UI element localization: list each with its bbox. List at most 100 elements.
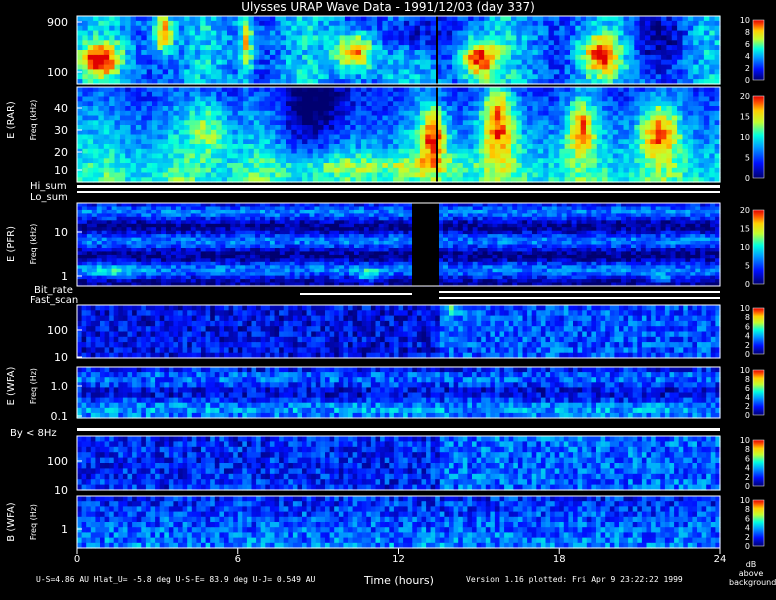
spectrogram-cell: [489, 144, 496, 150]
spectrogram-cell: [77, 158, 83, 164]
spectrogram-cell: [484, 74, 491, 80]
spectrogram-cell: [175, 261, 182, 266]
spectrogram-cell: [371, 87, 378, 93]
spectrogram-cell: [387, 35, 394, 41]
spectrogram-cell: [103, 110, 110, 117]
spectrogram-cell: [505, 59, 512, 66]
spectrogram-cell: [655, 96, 662, 102]
spectrogram-cell: [215, 234, 221, 239]
spectrogram-cell: [527, 91, 534, 98]
spectrogram-cell: [189, 167, 196, 174]
spectrogram-cell: [98, 69, 105, 75]
spectrogram-cell: [462, 106, 469, 112]
spectrogram-cell: [216, 91, 223, 98]
spectrogram-cell: [168, 59, 175, 66]
spectrogram-cell: [269, 50, 276, 56]
spectrogram-cell: [414, 25, 421, 32]
spectrogram-cell: [240, 220, 246, 225]
spectrogram-cell: [152, 148, 158, 155]
spectrogram-cell: [175, 227, 182, 232]
spectrogram-cell: [344, 64, 351, 71]
spectrogram-cell: [516, 40, 523, 46]
spectrogram-cell: [185, 268, 192, 273]
spectrogram-cell: [709, 16, 716, 22]
spectrogram-cell: [537, 172, 544, 178]
spectrogram-cell: [77, 139, 83, 145]
spectrogram-cell: [243, 120, 250, 126]
spectrogram-cell: [543, 144, 550, 150]
spectrogram-cell: [403, 120, 410, 126]
spectrogram-cell: [248, 64, 255, 71]
spectrogram-cell: [505, 115, 512, 121]
spectrogram-cell: [221, 54, 228, 61]
spectrogram-cell: [87, 106, 94, 112]
spectrogram-cell: [259, 158, 266, 164]
spectrogram-cell: [521, 64, 528, 71]
spectrogram-cell: [185, 220, 192, 225]
spectrogram-cell: [484, 64, 491, 71]
spectrogram-cell: [377, 87, 384, 93]
spectrogram-cell: [511, 35, 517, 41]
spectrogram-cell: [602, 115, 609, 121]
spectrogram-cell: [607, 158, 614, 164]
spectrogram-cell: [318, 35, 325, 41]
spectrogram-cell: [135, 172, 142, 178]
spectrogram-cell: [93, 139, 100, 145]
spectrogram-cell: [548, 87, 555, 93]
spectrogram-cell: [468, 35, 475, 41]
spectrogram-cell: [484, 91, 491, 98]
spectrogram-cell: [121, 268, 127, 273]
spectrogram-cell: [334, 69, 341, 75]
spectrogram-cell: [511, 74, 517, 80]
spectrogram-cell: [93, 69, 100, 75]
spectrogram-cell: [339, 129, 346, 136]
spectrogram-cell: [462, 125, 469, 131]
spectrogram-cell: [371, 50, 378, 56]
spectrogram-cell: [607, 69, 614, 75]
spectrogram-cell: [575, 167, 582, 174]
spectrogram-cell: [344, 96, 351, 102]
spectrogram-cell: [109, 158, 116, 164]
spectrogram-cell: [687, 87, 694, 93]
spectrogram-cell: [532, 45, 539, 51]
spectrogram-cell: [575, 59, 582, 66]
spectrogram-cell: [135, 64, 142, 71]
spectrogram-cell: [500, 54, 507, 61]
spectrogram-cell: [425, 115, 432, 121]
spectrogram-cell: [189, 87, 196, 93]
spectrogram-cell: [190, 203, 197, 208]
spectrogram-cell: [307, 144, 314, 150]
spectrogram-cell: [591, 54, 598, 61]
spectrogram-cell: [162, 120, 169, 126]
spectrogram-cell: [109, 153, 116, 159]
spectrogram-cell: [87, 101, 94, 107]
spectrogram-cell: [489, 120, 496, 126]
spectrogram-cell: [136, 244, 142, 249]
spectrogram-cell: [130, 91, 137, 98]
spectrogram-cell: [452, 106, 459, 112]
spectrogram-cell: [240, 234, 246, 239]
spectrogram-cell: [162, 59, 169, 66]
spectrogram-cell: [446, 20, 453, 27]
spectrogram-cell: [116, 275, 123, 280]
spectrogram-cell: [468, 69, 475, 75]
spectrogram-cell: [269, 163, 276, 169]
spectrogram-cell: [457, 50, 464, 56]
spectrogram-cell: [559, 30, 566, 37]
spectrogram-cell: [125, 50, 132, 56]
spectrogram-cell: [86, 227, 93, 232]
spectrogram-cell: [382, 64, 389, 71]
spectrogram-cell: [516, 54, 523, 61]
spectrogram-cell: [125, 148, 132, 155]
spectrogram-cell: [119, 134, 126, 140]
spectrogram-cell: [666, 158, 673, 164]
spectrogram-cell: [135, 106, 142, 112]
spectrogram-cell: [511, 167, 517, 174]
spectrogram-cell: [168, 172, 175, 178]
spectrogram-cell: [259, 153, 266, 159]
spectrogram-cell: [671, 139, 678, 145]
spectrogram-cell: [318, 30, 325, 37]
spectrogram-cell: [441, 20, 448, 27]
spectrogram-cell: [125, 129, 132, 136]
spectrogram-cell: [259, 50, 266, 56]
